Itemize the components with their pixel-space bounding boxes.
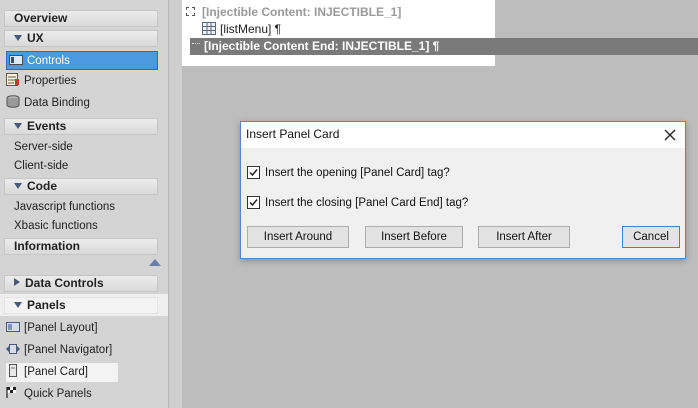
- sidebar-item-xbasic-functions[interactable]: Xbasic functions: [14, 217, 98, 236]
- section-events-label: Events: [27, 119, 67, 133]
- dialog-title: Insert Panel Card: [246, 127, 340, 141]
- section-panels[interactable]: Panels: [4, 297, 158, 314]
- section-data-controls-label: Data Controls: [25, 276, 104, 290]
- insert-around-button[interactable]: Insert Around: [247, 226, 349, 248]
- sidebar-item-server-side[interactable]: Server-side: [14, 138, 73, 157]
- list-menu-item[interactable]: [listMenu] ¶: [202, 21, 281, 37]
- section-code-label: Code: [27, 179, 57, 193]
- selection-box-icon: [186, 7, 195, 16]
- section-ux[interactable]: UX: [4, 30, 158, 47]
- insert-after-button[interactable]: Insert After: [478, 226, 570, 248]
- sidebar-item-properties-label: Properties: [24, 75, 77, 87]
- collapse-up-icon[interactable]: [149, 259, 161, 266]
- sidebar-item-controls[interactable]: Controls: [6, 51, 158, 70]
- sidebar-item-javascript-functions-label: Javascript functions: [14, 201, 115, 213]
- cancel-button[interactable]: Cancel: [622, 226, 680, 248]
- tree-connector: [192, 43, 200, 44]
- section-events[interactable]: Events: [4, 118, 158, 135]
- sidebar-item-panel-navigator[interactable]: [Panel Navigator]: [6, 341, 112, 360]
- sidebar-item-client-side[interactable]: Client-side: [14, 157, 68, 176]
- dialog-titlebar[interactable]: Insert Panel Card: [241, 122, 685, 148]
- close-icon[interactable]: [663, 128, 677, 142]
- sidebar-item-panel-card-label: [Panel Card]: [24, 366, 88, 378]
- sidebar-item-javascript-functions[interactable]: Javascript functions: [14, 198, 115, 217]
- splitter[interactable]: [168, 0, 182, 408]
- section-overview[interactable]: Overview: [4, 10, 158, 27]
- chevron-down-icon: [14, 35, 22, 41]
- closing-tag-option[interactable]: Insert the closing [Panel Card End] tag?: [247, 195, 468, 211]
- injectible-start-label[interactable]: [Injectible Content: INJECTIBLE_1]: [202, 5, 401, 19]
- controls-icon: [9, 54, 23, 66]
- sidebar-item-panel-layout-label: [Panel Layout]: [24, 322, 98, 334]
- sidebar-item-properties[interactable]: Properties: [6, 72, 76, 91]
- panel-layout-icon: [6, 321, 20, 333]
- section-code[interactable]: Code: [4, 178, 158, 195]
- panel-navigator-icon: [6, 343, 20, 355]
- chevron-right-icon: [14, 278, 20, 286]
- section-information-label: Information: [14, 239, 80, 253]
- chevron-down-icon: [14, 123, 22, 129]
- sidebar-item-data-binding-label: Data Binding: [24, 97, 90, 109]
- opening-tag-option[interactable]: Insert the opening [Panel Card] tag?: [247, 165, 450, 181]
- properties-icon: [6, 73, 20, 86]
- database-icon: [6, 95, 20, 108]
- injectible-end-label[interactable]: [Injectible Content End: INJECTIBLE_1] ¶: [204, 39, 439, 54]
- section-ux-label: UX: [27, 31, 44, 45]
- section-overview-label: Overview: [14, 11, 68, 25]
- sidebar-item-panel-layout[interactable]: [Panel Layout]: [6, 319, 98, 338]
- sidebar-item-server-side-label: Server-side: [14, 141, 73, 153]
- chevron-down-icon: [14, 183, 22, 189]
- closing-tag-checkbox[interactable]: [247, 196, 260, 209]
- sidebar-item-xbasic-functions-label: Xbasic functions: [14, 220, 98, 232]
- insert-before-button[interactable]: Insert Before: [365, 226, 463, 248]
- section-panels-label: Panels: [27, 298, 66, 312]
- section-data-controls[interactable]: Data Controls: [4, 275, 158, 292]
- list-menu-label: [listMenu] ¶: [220, 22, 282, 36]
- opening-tag-label: Insert the opening [Panel Card] tag?: [265, 167, 450, 179]
- panel-card-icon: [6, 364, 20, 377]
- sidebar-item-quick-panels[interactable]: Quick Panels: [6, 385, 92, 404]
- checkered-flag-icon: [6, 386, 20, 398]
- closing-tag-label: Insert the closing [Panel Card End] tag?: [265, 197, 469, 209]
- opening-tag-checkbox[interactable]: [247, 166, 260, 179]
- sidebar-item-quick-panels-label: Quick Panels: [24, 388, 92, 400]
- sidebar-item-panel-card[interactable]: [Panel Card]: [6, 363, 118, 382]
- insert-panel-card-dialog: Insert Panel Card Insert the opening [Pa…: [240, 121, 686, 259]
- grid-icon: [202, 22, 216, 35]
- sidebar-item-panel-navigator-label: [Panel Navigator]: [24, 344, 113, 356]
- chevron-down-icon: [14, 302, 22, 308]
- section-information[interactable]: Information: [4, 238, 158, 255]
- sidebar-item-controls-label: Controls: [27, 55, 70, 67]
- sidebar-item-client-side-label: Client-side: [14, 160, 69, 172]
- sidebar: Overview UX Controls Properties Data Bin…: [0, 0, 168, 408]
- sidebar-item-data-binding[interactable]: Data Binding: [6, 94, 90, 113]
